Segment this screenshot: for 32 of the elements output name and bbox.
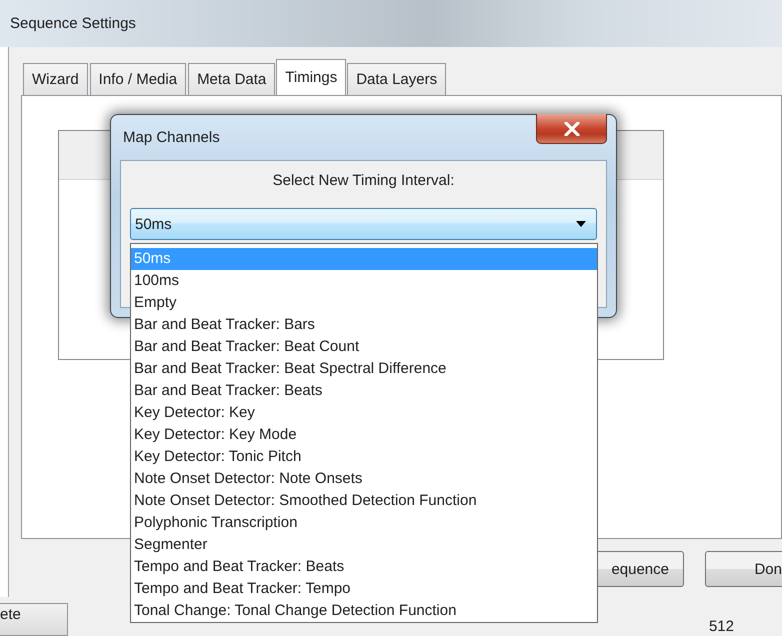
- background-button[interactable]: ete: [0, 603, 68, 636]
- dropdown-option[interactable]: Segmenter: [131, 534, 597, 556]
- tab[interactable]: Meta Data: [188, 63, 276, 95]
- tab[interactable]: Data Layers: [347, 63, 446, 95]
- dropdown-option[interactable]: Bar and Beat Tracker: Beats: [131, 380, 597, 402]
- dropdown-option[interactable]: Tempo and Beat Tracker: Tempo: [131, 578, 597, 600]
- window-title: Sequence Settings: [10, 15, 136, 32]
- dropdown-option[interactable]: Polyphonic Transcription: [131, 512, 597, 534]
- dropdown-option[interactable]: Tonal Change: Tonal Change Detection Function: [131, 600, 597, 622]
- done-button[interactable]: Don: [705, 551, 782, 587]
- dropdown-option[interactable]: Key Detector: Key: [131, 402, 597, 424]
- dropdown-option[interactable]: Bar and Beat Tracker: Bars: [131, 314, 597, 336]
- sequence-button[interactable]: equence: [595, 551, 684, 587]
- close-icon: [564, 122, 580, 136]
- dropdown-option[interactable]: Empty: [131, 292, 597, 314]
- tab[interactable]: Timings: [276, 59, 346, 95]
- dropdown-option[interactable]: Bar and Beat Tracker: Beat Spectral Difference: [131, 358, 597, 380]
- tab[interactable]: Wizard: [23, 63, 88, 95]
- dropdown-option[interactable]: Tempo and Beat Tracker: Beats: [131, 556, 597, 578]
- caret-icon: [576, 221, 586, 227]
- tab[interactable]: Info / Media: [90, 63, 186, 95]
- dialog-title: Map Channels: [123, 129, 220, 146]
- prompt-label: Select New Timing Interval:: [272, 172, 454, 189]
- value-text: 512: [708, 618, 734, 636]
- dropdown-option[interactable]: 100ms: [131, 270, 597, 292]
- dropdown-option[interactable]: Key Detector: Key Mode: [131, 424, 597, 446]
- dropdown-option[interactable]: Note Onset Detector: Smoothed Detection Function: [131, 490, 597, 512]
- interval-dropdown[interactable]: 50ms: [130, 208, 597, 240]
- dropdown-option[interactable]: Key Detector: Tonic Pitch: [131, 446, 597, 468]
- dropdown-option[interactable]: Bar and Beat Tracker: Beat Count: [131, 336, 597, 358]
- close-button[interactable]: [536, 114, 607, 144]
- dropdown-option[interactable]: Note Onset Detector: Note Onsets: [131, 468, 597, 490]
